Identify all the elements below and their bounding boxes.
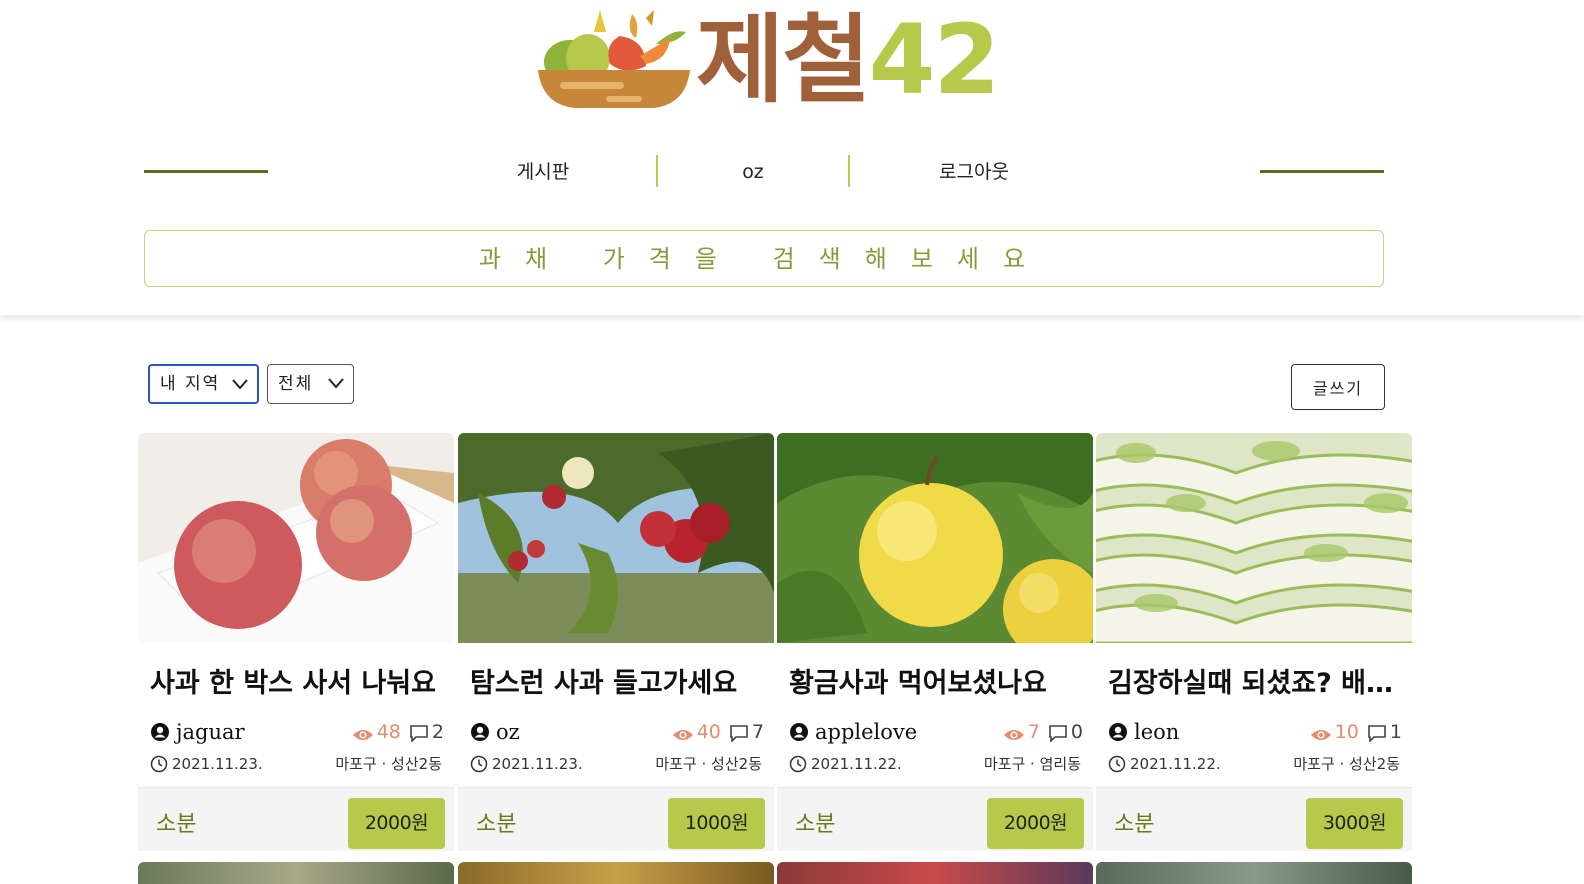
post-location: 마포구 · 성산2동 (655, 755, 762, 773)
comment-icon (1368, 725, 1386, 743)
post-footer: 소분 1000원 (458, 787, 774, 851)
comment-icon (730, 725, 748, 743)
eye-icon (352, 730, 373, 740)
post-card-photo-next[interactable] (458, 862, 774, 884)
post-date-text: 2021.11.22. (1130, 755, 1221, 773)
comment-icon (1049, 725, 1067, 743)
post-card-photo-next[interactable] (1096, 862, 1412, 884)
post-stats: 48 2 (344, 719, 444, 745)
post-footer: 소분 3000원 (1096, 787, 1412, 851)
view-count: 7 (1027, 721, 1040, 743)
search-input[interactable] (145, 231, 1383, 286)
post-title: 사과 한 박스 사서 나눠요 (150, 668, 436, 699)
post-card-photo-next[interactable] (777, 862, 1093, 884)
post-stats: 40 7 (664, 719, 764, 745)
post-title: 황금사과 먹어보셨나요 (789, 668, 1047, 699)
clock-icon (789, 755, 807, 773)
post-author-name: applelove (815, 720, 918, 744)
post-date: 2021.11.22. (789, 753, 902, 775)
logo-text-number: 42 (868, 4, 1001, 116)
comment-count: 2 (431, 721, 444, 743)
price-badge: 1000원 (668, 798, 765, 849)
post-author: jaguar (150, 719, 245, 745)
nav-board[interactable]: 게시판 (486, 156, 600, 188)
post-photo (777, 433, 1093, 643)
comment-count: 0 (1070, 721, 1083, 743)
site-header: 제철42 게시판 oz 로그아웃 (0, 0, 1584, 315)
post-photo (138, 433, 454, 643)
trade-type: 소분 (156, 812, 197, 837)
post-date-text: 2021.11.23. (172, 755, 263, 773)
region-select[interactable]: 내 지역 (148, 364, 259, 404)
comment-count: 7 (751, 721, 764, 743)
post-card[interactable]: 사과 한 박스 사서 나눠요 jaguar 48 2 2021.11.23. 마포… (138, 433, 454, 851)
post-card[interactable]: 탐스런 사과 들고가세요 oz 40 7 2021.11.23. 마포구 · 성산… (458, 433, 774, 851)
nav-user[interactable]: oz (700, 156, 806, 188)
post-card[interactable]: 김장하실때 되셨죠? 배추 나눠요 leon 10 1 2021.11.22. 마… (1096, 433, 1412, 851)
comment-count: 1 (1389, 721, 1402, 743)
search-box (144, 230, 1384, 287)
post-photo (1096, 433, 1412, 643)
clock-icon (1108, 755, 1126, 773)
post-location: 마포구 · 성산2동 (335, 755, 442, 773)
post-location: 마포구 · 성산2동 (1293, 755, 1400, 773)
post-footer: 소분 2000원 (777, 787, 1093, 851)
trade-type: 소분 (476, 812, 517, 837)
user-icon (790, 723, 808, 741)
view-count: 10 (1334, 721, 1359, 743)
post-date: 2021.11.23. (150, 753, 263, 775)
post-author-name: oz (496, 720, 520, 744)
trade-type: 소분 (1114, 812, 1155, 837)
post-author-name: jaguar (176, 720, 245, 744)
post-date-text: 2021.11.23. (492, 755, 583, 773)
category-select[interactable]: 전체 (267, 364, 354, 404)
post-stats: 10 1 (1302, 719, 1402, 745)
site-logo[interactable]: 제철42 (536, 4, 1006, 116)
post-date: 2021.11.22. (1108, 753, 1221, 775)
logo-text-korean: 제철 (696, 4, 871, 116)
eye-icon (1310, 730, 1331, 740)
view-count: 40 (696, 721, 721, 743)
view-count: 48 (376, 721, 401, 743)
write-post-button[interactable]: 글쓰기 (1291, 364, 1385, 410)
basket-logo-icon (538, 10, 690, 108)
nav-logout[interactable]: 로그아웃 (912, 156, 1036, 188)
clock-icon (150, 755, 168, 773)
logo-wordmark: 제철42 (696, 4, 1001, 116)
clock-icon (470, 755, 488, 773)
post-title: 김장하실때 되셨죠? 배추 나눠요 (1108, 668, 1404, 699)
post-card-photo-next[interactable] (138, 862, 454, 884)
chevron-down-icon (328, 378, 344, 389)
post-date-text: 2021.11.22. (811, 755, 902, 773)
trade-type: 소분 (795, 812, 836, 837)
nav-line-left (144, 170, 268, 173)
user-icon (151, 723, 169, 741)
eye-icon (1003, 730, 1024, 740)
post-author: leon (1108, 719, 1179, 745)
post-photo (458, 433, 774, 643)
nav-separator (656, 155, 658, 187)
post-author: applelove (789, 719, 917, 745)
post-title: 탐스런 사과 들고가세요 (470, 668, 738, 699)
price-badge: 3000원 (1306, 798, 1403, 849)
post-footer: 소분 2000원 (138, 787, 454, 851)
post-stats: 70 (995, 719, 1083, 745)
eye-icon (672, 730, 693, 740)
region-select-value: 내 지역 (160, 374, 221, 394)
comment-icon (410, 725, 428, 743)
post-author: oz (470, 719, 520, 745)
chevron-down-icon (232, 379, 248, 390)
price-badge: 2000원 (348, 798, 445, 849)
post-author-name: leon (1134, 720, 1180, 744)
nav-line-right (1260, 170, 1384, 173)
category-select-value: 전체 (278, 374, 314, 394)
user-icon (471, 723, 489, 741)
user-icon (1109, 723, 1127, 741)
price-badge: 2000원 (987, 798, 1084, 849)
nav-separator (848, 155, 850, 187)
post-date: 2021.11.23. (470, 753, 583, 775)
post-location: 마포구 · 염리동 (983, 755, 1081, 773)
post-card[interactable]: 황금사과 먹어보셨나요 applelove 70 2021.11.22. 마포구… (777, 433, 1093, 851)
